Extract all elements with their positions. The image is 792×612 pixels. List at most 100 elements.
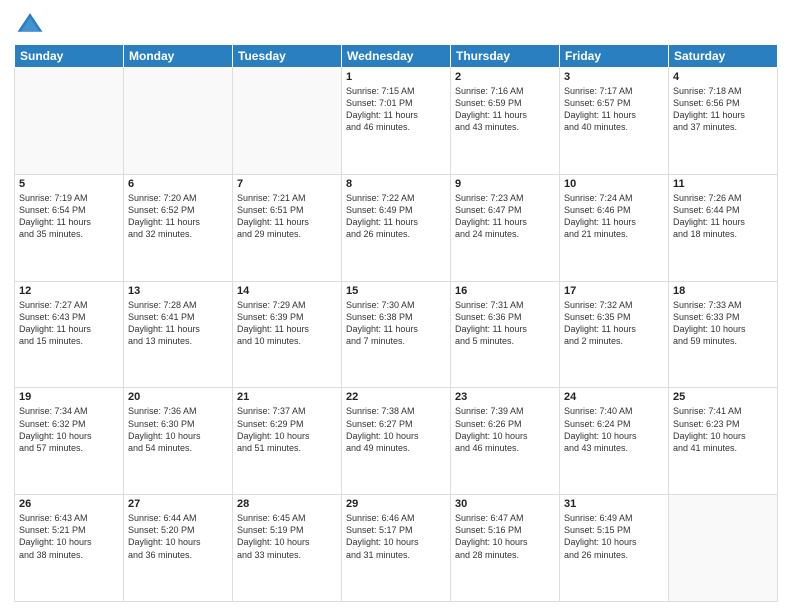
day-info: Sunrise: 7:32 AM Sunset: 6:35 PM Dayligh… — [564, 299, 664, 348]
calendar-day-cell: 20 Sunrise: 7:36 AM Sunset: 6:30 PM Dayli… — [124, 388, 233, 495]
calendar-day-cell: 23 Sunrise: 7:39 AM Sunset: 6:26 PM Dayli… — [451, 388, 560, 495]
header — [14, 10, 778, 38]
day-number: 6 — [128, 178, 228, 190]
calendar-week-row: 12 Sunrise: 7:27 AM Sunset: 6:43 PM Dayli… — [15, 281, 778, 388]
day-info: Sunrise: 7:27 AM Sunset: 6:43 PM Dayligh… — [19, 299, 119, 348]
day-number: 19 — [19, 391, 119, 403]
day-number: 23 — [455, 391, 555, 403]
calendar-day-cell — [669, 495, 778, 602]
logo-icon — [16, 10, 44, 38]
calendar-day-cell: 31 Sunrise: 6:49 AM Sunset: 5:15 PM Dayli… — [560, 495, 669, 602]
calendar-week-row: 19 Sunrise: 7:34 AM Sunset: 6:32 PM Dayli… — [15, 388, 778, 495]
weekday-header: Tuesday — [233, 45, 342, 68]
calendar-day-cell: 6 Sunrise: 7:20 AM Sunset: 6:52 PM Daylig… — [124, 174, 233, 281]
calendar-day-cell — [233, 68, 342, 175]
day-info: Sunrise: 7:24 AM Sunset: 6:46 PM Dayligh… — [564, 192, 664, 241]
day-number: 22 — [346, 391, 446, 403]
day-number: 11 — [673, 178, 773, 190]
day-info: Sunrise: 7:30 AM Sunset: 6:38 PM Dayligh… — [346, 299, 446, 348]
day-number: 1 — [346, 71, 446, 83]
day-info: Sunrise: 6:47 AM Sunset: 5:16 PM Dayligh… — [455, 512, 555, 561]
day-info: Sunrise: 7:19 AM Sunset: 6:54 PM Dayligh… — [19, 192, 119, 241]
day-number: 16 — [455, 285, 555, 297]
weekday-header: Saturday — [669, 45, 778, 68]
day-info: Sunrise: 7:39 AM Sunset: 6:26 PM Dayligh… — [455, 405, 555, 454]
calendar-day-cell: 5 Sunrise: 7:19 AM Sunset: 6:54 PM Daylig… — [15, 174, 124, 281]
day-info: Sunrise: 7:31 AM Sunset: 6:36 PM Dayligh… — [455, 299, 555, 348]
day-number: 29 — [346, 498, 446, 510]
day-info: Sunrise: 7:40 AM Sunset: 6:24 PM Dayligh… — [564, 405, 664, 454]
calendar-day-cell: 24 Sunrise: 7:40 AM Sunset: 6:24 PM Dayli… — [560, 388, 669, 495]
day-number: 5 — [19, 178, 119, 190]
day-number: 7 — [237, 178, 337, 190]
day-info: Sunrise: 6:45 AM Sunset: 5:19 PM Dayligh… — [237, 512, 337, 561]
day-info: Sunrise: 7:22 AM Sunset: 6:49 PM Dayligh… — [346, 192, 446, 241]
day-info: Sunrise: 6:43 AM Sunset: 5:21 PM Dayligh… — [19, 512, 119, 561]
calendar-day-cell: 17 Sunrise: 7:32 AM Sunset: 6:35 PM Dayli… — [560, 281, 669, 388]
day-number: 27 — [128, 498, 228, 510]
calendar-day-cell: 29 Sunrise: 6:46 AM Sunset: 5:17 PM Dayli… — [342, 495, 451, 602]
day-info: Sunrise: 6:49 AM Sunset: 5:15 PM Dayligh… — [564, 512, 664, 561]
weekday-header: Thursday — [451, 45, 560, 68]
calendar-day-cell: 25 Sunrise: 7:41 AM Sunset: 6:23 PM Dayli… — [669, 388, 778, 495]
day-info: Sunrise: 6:46 AM Sunset: 5:17 PM Dayligh… — [346, 512, 446, 561]
day-info: Sunrise: 7:16 AM Sunset: 6:59 PM Dayligh… — [455, 85, 555, 134]
day-info: Sunrise: 7:38 AM Sunset: 6:27 PM Dayligh… — [346, 405, 446, 454]
weekday-header: Friday — [560, 45, 669, 68]
day-number: 21 — [237, 391, 337, 403]
day-info: Sunrise: 7:23 AM Sunset: 6:47 PM Dayligh… — [455, 192, 555, 241]
day-number: 9 — [455, 178, 555, 190]
calendar-day-cell: 21 Sunrise: 7:37 AM Sunset: 6:29 PM Dayli… — [233, 388, 342, 495]
calendar-body: 1 Sunrise: 7:15 AM Sunset: 7:01 PM Daylig… — [15, 68, 778, 602]
day-info: Sunrise: 7:29 AM Sunset: 6:39 PM Dayligh… — [237, 299, 337, 348]
day-number: 18 — [673, 285, 773, 297]
calendar-day-cell: 1 Sunrise: 7:15 AM Sunset: 7:01 PM Daylig… — [342, 68, 451, 175]
day-number: 25 — [673, 391, 773, 403]
day-info: Sunrise: 7:15 AM Sunset: 7:01 PM Dayligh… — [346, 85, 446, 134]
calendar-day-cell: 16 Sunrise: 7:31 AM Sunset: 6:36 PM Dayli… — [451, 281, 560, 388]
calendar-day-cell: 2 Sunrise: 7:16 AM Sunset: 6:59 PM Daylig… — [451, 68, 560, 175]
calendar-week-row: 26Sunrise: 6:43 AM Sunset: 5:21 PM Dayli… — [15, 495, 778, 602]
day-number: 28 — [237, 498, 337, 510]
day-info: Sunrise: 7:20 AM Sunset: 6:52 PM Dayligh… — [128, 192, 228, 241]
day-number: 10 — [564, 178, 664, 190]
day-number: 31 — [564, 498, 664, 510]
day-number: 13 — [128, 285, 228, 297]
calendar-day-cell: 28 Sunrise: 6:45 AM Sunset: 5:19 PM Dayli… — [233, 495, 342, 602]
day-number: 24 — [564, 391, 664, 403]
calendar-day-cell — [15, 68, 124, 175]
calendar-day-cell: 8Sunrise: 7:22 AM Sunset: 6:49 PM Daylig… — [342, 174, 451, 281]
day-number: 17 — [564, 285, 664, 297]
day-info: Sunrise: 6:44 AM Sunset: 5:20 PM Dayligh… — [128, 512, 228, 561]
day-info: Sunrise: 7:17 AM Sunset: 6:57 PM Dayligh… — [564, 85, 664, 134]
day-number: 15 — [346, 285, 446, 297]
calendar-day-cell: 15 Sunrise: 7:30 AM Sunset: 6:38 PM Dayli… — [342, 281, 451, 388]
calendar-day-cell: 7Sunrise: 7:21 AM Sunset: 6:51 PM Daylig… — [233, 174, 342, 281]
day-info: Sunrise: 7:36 AM Sunset: 6:30 PM Dayligh… — [128, 405, 228, 454]
calendar-day-cell: 12 Sunrise: 7:27 AM Sunset: 6:43 PM Dayli… — [15, 281, 124, 388]
day-info: Sunrise: 7:18 AM Sunset: 6:56 PM Dayligh… — [673, 85, 773, 134]
logo — [14, 10, 46, 38]
day-info: Sunrise: 7:34 AM Sunset: 6:32 PM Dayligh… — [19, 405, 119, 454]
day-info: Sunrise: 7:41 AM Sunset: 6:23 PM Dayligh… — [673, 405, 773, 454]
calendar-day-cell: 18 Sunrise: 7:33 AM Sunset: 6:33 PM Dayli… — [669, 281, 778, 388]
day-info: Sunrise: 7:33 AM Sunset: 6:33 PM Dayligh… — [673, 299, 773, 348]
calendar-day-cell — [124, 68, 233, 175]
calendar-day-cell: 3 Sunrise: 7:17 AM Sunset: 6:57 PM Daylig… — [560, 68, 669, 175]
day-info: Sunrise: 7:37 AM Sunset: 6:29 PM Dayligh… — [237, 405, 337, 454]
day-number: 2 — [455, 71, 555, 83]
calendar-day-cell: 30 Sunrise: 6:47 AM Sunset: 5:16 PM Dayli… — [451, 495, 560, 602]
day-number: 30 — [455, 498, 555, 510]
weekday-header: Wednesday — [342, 45, 451, 68]
calendar-day-cell: 26Sunrise: 6:43 AM Sunset: 5:21 PM Dayli… — [15, 495, 124, 602]
calendar-day-cell: 13Sunrise: 7:28 AM Sunset: 6:41 PM Dayli… — [124, 281, 233, 388]
day-number: 12 — [19, 285, 119, 297]
calendar-week-row: 1 Sunrise: 7:15 AM Sunset: 7:01 PM Daylig… — [15, 68, 778, 175]
calendar-day-cell: 22 Sunrise: 7:38 AM Sunset: 6:27 PM Dayli… — [342, 388, 451, 495]
calendar-day-cell: 14 Sunrise: 7:29 AM Sunset: 6:39 PM Dayli… — [233, 281, 342, 388]
day-number: 14 — [237, 285, 337, 297]
day-number: 20 — [128, 391, 228, 403]
day-number: 3 — [564, 71, 664, 83]
calendar-day-cell: 10 Sunrise: 7:24 AM Sunset: 6:46 PM Dayli… — [560, 174, 669, 281]
day-info: Sunrise: 7:26 AM Sunset: 6:44 PM Dayligh… — [673, 192, 773, 241]
